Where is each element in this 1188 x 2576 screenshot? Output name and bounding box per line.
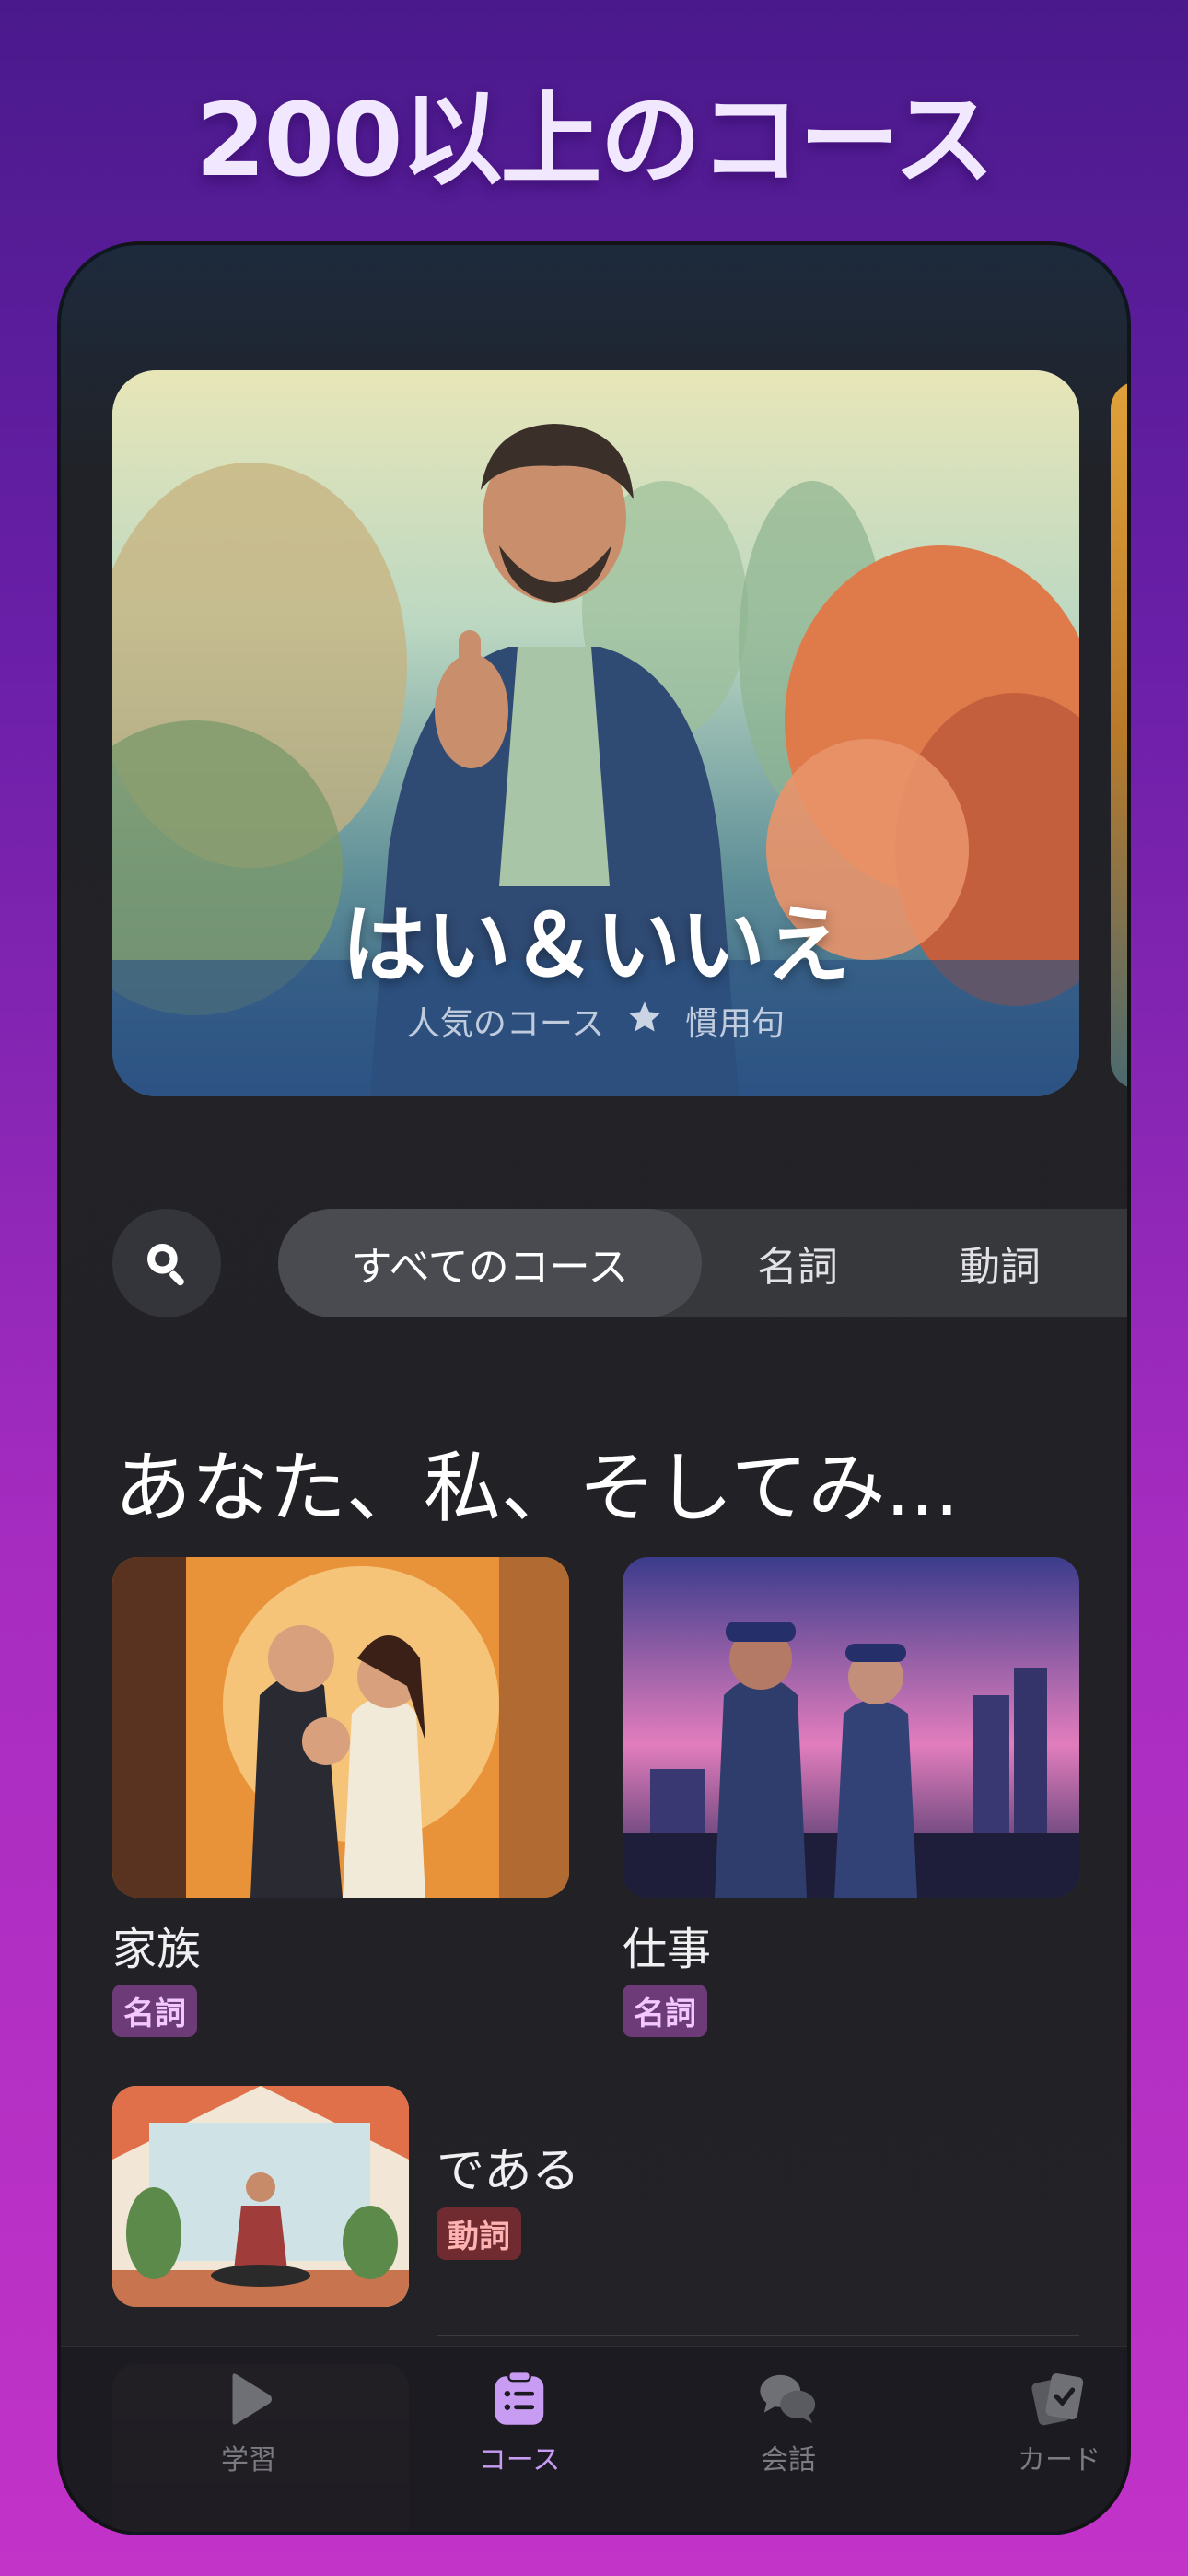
noun-badge: 名詞 (112, 1985, 197, 2037)
popular-label: 人気のコース (406, 1005, 605, 1043)
filter-chip-nouns[interactable]: 名詞 (757, 1209, 838, 1317)
featured-course-card[interactable]: はい＆いいえ 人気のコース 慣用句 (112, 370, 1079, 1096)
tab-courses[interactable]: コース (427, 2367, 611, 2477)
category-filter-bar: すべてのコース 名詞 動詞 (278, 1209, 1127, 1317)
search-button[interactable] (112, 1209, 221, 1317)
cards-icon (1031, 2372, 1084, 2426)
tab-label: 会話 (761, 2444, 816, 2476)
filter-chip-verbs[interactable]: 動詞 (960, 1209, 1041, 1317)
search-icon (147, 1244, 184, 1286)
course-card-work[interactable]: 仕事 名詞 (623, 1557, 1079, 2037)
phone-screen: はい＆いいえ 人気のコース 慣用句 すべてのコース 名詞 動詞 あなた、私、そし… (57, 241, 1131, 2535)
play-icon (232, 2373, 273, 2425)
featured-course-title: はい＆いいえ (341, 896, 850, 995)
course-list-item-be[interactable]: である 動詞 (112, 2086, 1079, 2307)
be-course-thumbnail (112, 2086, 409, 2307)
course-name: 仕事 (623, 1924, 712, 1975)
promo-headline: 200以上のコース (194, 81, 995, 199)
filter-chip-all[interactable]: すべてのコース (278, 1209, 702, 1317)
tab-cards[interactable]: カード (967, 2367, 1127, 2477)
star-icon (626, 999, 663, 1044)
category-label: 慣用句 (685, 1005, 786, 1043)
course-name: 家族 (112, 1924, 202, 1975)
tab-label: 学習 (221, 2444, 276, 2476)
course-name: である (437, 2144, 580, 2199)
chat-bubbles-icon (760, 2374, 816, 2424)
course-list-icon (495, 2371, 544, 2425)
work-course-thumbnail (623, 1557, 1079, 1898)
next-featured-card-peek[interactable] (1111, 381, 1127, 1089)
course-card-family[interactable]: 家族 名詞 (112, 1557, 569, 2037)
tab-conversation[interactable]: 会話 (696, 2367, 880, 2477)
family-course-thumbnail (112, 1557, 569, 1898)
tab-label: カード (1018, 2444, 1101, 2476)
verb-badge: 動詞 (437, 2207, 521, 2260)
featured-course-meta: 人気のコース 慣用句 (112, 997, 1079, 1045)
list-divider (437, 2335, 1079, 2336)
tab-learn[interactable]: 学習 (157, 2367, 341, 2477)
tab-label: コース (478, 2444, 561, 2476)
bottom-tab-bar: 学習 コース 会話 カード (61, 2346, 1127, 2532)
section-title: あなた、私、そしてみ... (114, 1443, 960, 1533)
noun-badge: 名詞 (623, 1985, 707, 2037)
